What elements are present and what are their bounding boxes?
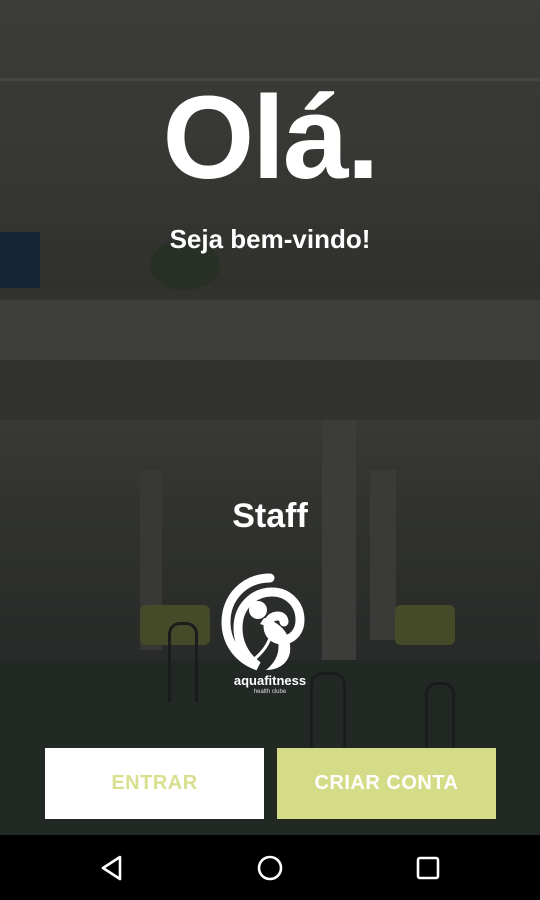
welcome-subtitle: Seja bem-vindo!: [169, 224, 371, 254]
staff-label: Staff: [232, 497, 308, 535]
home-circle-icon: [257, 855, 283, 880]
login-button[interactable]: ENTRAR: [45, 748, 264, 819]
logo-subtext: health clube: [253, 689, 287, 695]
welcome-screen: Olá. Seja bem-vindo! Staff aquafitness h…: [0, 0, 540, 900]
back-button[interactable]: [72, 835, 152, 900]
aquafitness-logo: aquafitness health clube: [218, 570, 322, 700]
recent-apps-square-icon: [416, 856, 440, 879]
create-account-button[interactable]: CRIAR CONTA: [277, 748, 496, 819]
recent-apps-button[interactable]: [388, 835, 468, 900]
greeting-title: Olá.: [162, 72, 380, 204]
aquafitness-logo-icon: [221, 573, 305, 671]
android-navigation-bar: [0, 835, 540, 900]
home-button[interactable]: [230, 835, 310, 900]
logo-text: aquafitness: [233, 673, 307, 688]
back-triangle-icon: [101, 855, 122, 880]
